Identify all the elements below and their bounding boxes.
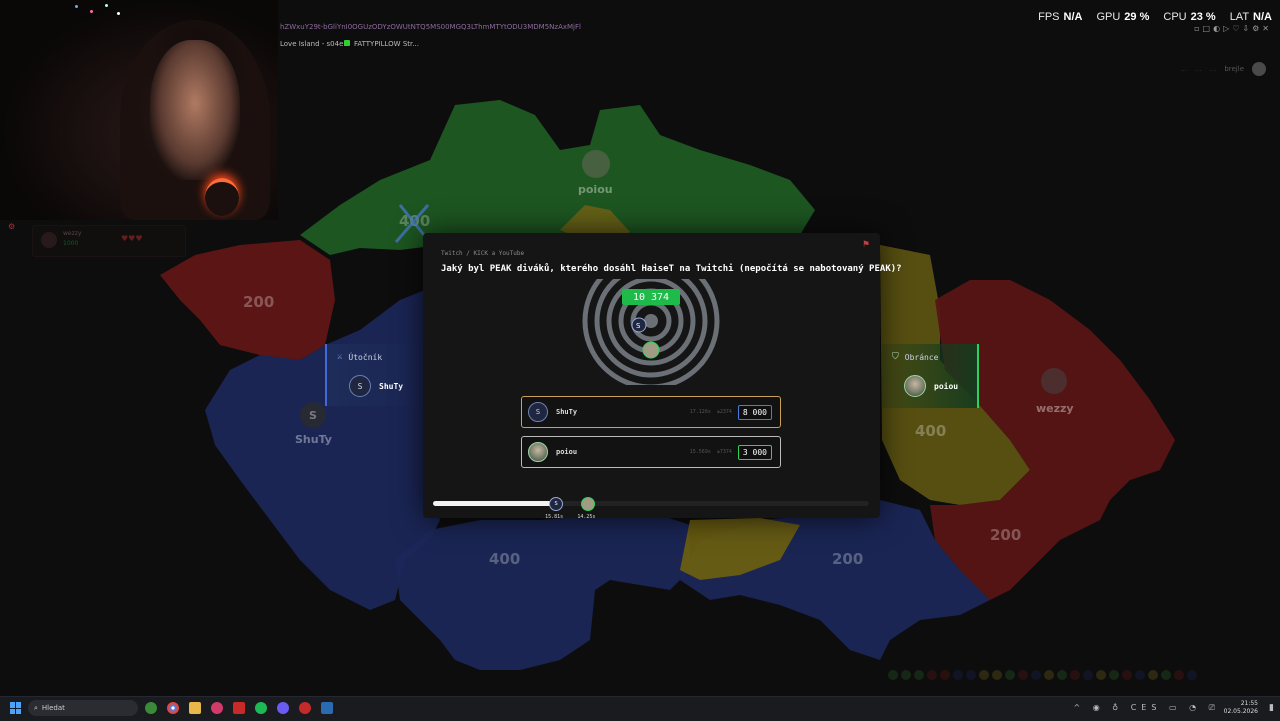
app-red-icon[interactable] — [233, 702, 245, 714]
defender-name: poiou — [934, 381, 959, 391]
nav-item[interactable]: ... — [1195, 65, 1202, 73]
report-flag-icon[interactable]: ⚑ — [862, 240, 870, 250]
shield-icon: ⛉ — [892, 352, 899, 362]
tab-favicon-icon — [344, 40, 350, 46]
player-color-row — [888, 670, 1197, 680]
answer-time: 15.569s — [689, 449, 711, 455]
overlay-tray-icons: ▫□◐▷♡⇩⚙✕ — [1194, 24, 1272, 33]
taskbar-search[interactable]: ⌕ Hledat — [28, 700, 138, 716]
question-category: Twitch / KICK a YouTube — [441, 250, 525, 257]
answer-player-name: poiou — [556, 448, 578, 456]
region-north-green[interactable] — [300, 100, 815, 255]
discord-icon[interactable] — [277, 702, 289, 714]
performance-stats: FPS N/A GPU 29 % CPU 23 % LAT N/A — [1038, 11, 1272, 23]
clock-time: 21:55 — [1240, 700, 1258, 707]
player-tag-west: ShuTy — [295, 433, 332, 446]
avatar — [41, 232, 57, 248]
user-name[interactable]: brejle — [1224, 65, 1244, 73]
region-label-east-yellow: 400 — [915, 422, 946, 440]
timer-marker-defender — [581, 497, 596, 511]
browser-tab-2[interactable]: FATTYPILLOW Str... — [354, 40, 419, 48]
search-icon: ⌕ — [34, 703, 38, 712]
start-windows-icon[interactable] — [10, 702, 22, 714]
defender-avatar — [528, 442, 548, 462]
xbox-icon[interactable] — [145, 702, 157, 714]
attacker-avatar: S — [349, 375, 371, 397]
notification-bell-icon[interactable]: ▮ — [1269, 703, 1274, 713]
system-tray[interactable]: ^ ◉ ♁ CES ▭ ◔ ⎚ — [1074, 703, 1220, 713]
answer-player-name: ShuTy — [556, 408, 578, 416]
player-name: wezzy — [63, 230, 82, 237]
answer-row-defender: poiou 15.569s ±7374 3 000 — [521, 436, 781, 468]
attacker-role: Útočník — [348, 352, 383, 362]
search-placeholder: Hledat — [41, 704, 65, 712]
timer-marker-attacker: S — [549, 497, 564, 511]
opera-icon[interactable] — [211, 702, 223, 714]
region-south-blue[interactable] — [395, 515, 690, 670]
spotify-icon[interactable] — [255, 702, 267, 714]
player-initial-west: S — [309, 409, 317, 422]
attacker-panel: ⚔ Útočník S ShuTy — [325, 344, 427, 406]
answer-value: 3 000 — [737, 444, 772, 460]
browser-url: hZWxuY29t-bGliYnI0OGUzODYzOWUtNTQ5MS00MG… — [280, 23, 581, 31]
answer-value: 8 000 — [737, 404, 772, 420]
file-explorer-icon[interactable] — [189, 702, 201, 714]
timer-label-defender: 14.25s — [577, 514, 596, 520]
region-label-west: 200 — [243, 293, 274, 311]
region-label-east-red: 200 — [990, 526, 1021, 544]
webcam-feed — [0, 0, 278, 220]
attacker-avatar: S — [528, 402, 548, 422]
attacker-name: ShuTy — [379, 381, 404, 391]
player-card-wezzy: wezzy 1000 ♥♥♥ — [32, 225, 186, 257]
clock-date: 02.05.2026 — [1223, 708, 1258, 715]
region-label-southeast: 200 — [832, 550, 863, 568]
nav-item[interactable]: ... — [1180, 65, 1187, 73]
user-avatar[interactable] — [1252, 62, 1266, 76]
browser-tab-1[interactable]: Love Island - s04e... — [280, 40, 350, 48]
chrome-icon[interactable] — [167, 702, 179, 714]
svg-text:S: S — [636, 322, 641, 330]
defender-marker — [642, 341, 660, 359]
player-tag-north: poiou — [578, 183, 613, 196]
player-score: 1000 — [63, 240, 79, 247]
player-tag-east: wezzy — [1036, 402, 1074, 415]
answer-row-attacker: S ShuTy 17.126s ±2374 8 000 — [521, 396, 781, 428]
lives-hearts-icon: ♥♥♥ — [121, 234, 143, 243]
defender-panel: ⛉ Obránce poiou — [882, 344, 979, 408]
answer-time: 17.126s — [689, 409, 711, 415]
answer-diff: ±2374 — [716, 409, 732, 415]
defender-role: Obránce — [904, 352, 939, 362]
top-nav: ... ... ... brejle — [1180, 62, 1266, 76]
answer-timer-bar — [433, 501, 869, 506]
sword-icon: ⚔ — [337, 352, 343, 362]
correct-answer-badge: 10 374 — [622, 289, 680, 305]
steam-icon[interactable] — [321, 702, 333, 714]
player-avatar-north — [582, 150, 610, 178]
timer-label-attacker: 15.81s — [545, 514, 564, 520]
nav-item[interactable]: ... — [1210, 65, 1217, 73]
player-avatar-east — [1041, 368, 1067, 394]
settings-icon[interactable]: ⚙ — [8, 222, 15, 231]
region-label-south: 400 — [489, 550, 520, 568]
question-modal: ⚑ Twitch / KICK a YouTube Jaký byl PEAK … — [423, 233, 902, 520]
defender-avatar — [904, 375, 926, 397]
question-text: Jaký byl PEAK diváků, kterého dosáhl Hai… — [441, 264, 902, 274]
answer-diff: ±7374 — [716, 449, 732, 455]
taskbar-clock[interactable]: 21:55 02.05.2026 — [1224, 700, 1258, 716]
obs-icon[interactable] — [299, 702, 311, 714]
